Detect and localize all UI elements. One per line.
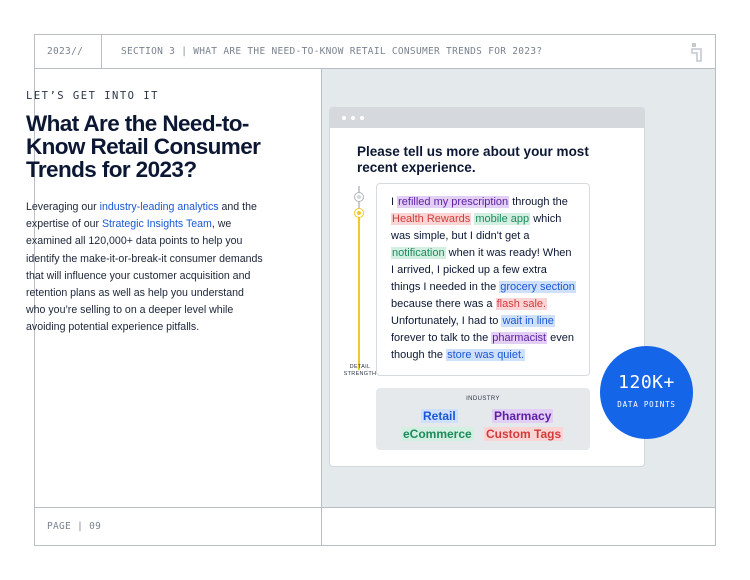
footer-bar: PAGE | 09 <box>35 507 715 545</box>
browser-chrome <box>330 108 644 128</box>
industry-analytics-link[interactable]: industry-leading analytics <box>100 201 219 213</box>
highlighted-phrase-blue: store was quiet. <box>446 349 526 361</box>
brand-logo-icon <box>691 43 702 62</box>
survey-browser-window: Please tell us more about your most rece… <box>330 108 644 466</box>
survey-response-text: I refilled my prescription through the H… <box>376 183 590 376</box>
survey-question: Please tell us more about your most rece… <box>357 144 589 175</box>
tag-pharmacy[interactable]: Pharmacy <box>492 409 554 423</box>
response-text: Unfortunately, I had to <box>391 315 502 327</box>
detail-slider-fill <box>358 213 360 370</box>
tag-retail[interactable]: Retail <box>421 409 458 423</box>
tag-ecommerce[interactable]: eCommerce <box>401 427 474 441</box>
highlighted-phrase-green: mobile app <box>474 213 531 225</box>
detail-slider-knob-active[interactable] <box>355 209 363 217</box>
highlighted-phrase-green: notification <box>391 247 446 259</box>
tag-custom-tags[interactable]: Custom Tags <box>484 427 564 441</box>
window-dot-icon <box>351 116 355 120</box>
badge-value: 120K+ <box>618 372 675 393</box>
strategic-insights-link[interactable]: Strategic Insights Team <box>102 218 212 230</box>
window-dot-icon <box>360 116 364 120</box>
section-kicker: LET’S GET INTO IT <box>26 90 159 102</box>
highlighted-phrase-purple: pharmacist <box>491 332 548 344</box>
response-text: because there was a <box>391 298 496 310</box>
industry-heading: INDUSTRY <box>466 396 500 402</box>
data-points-badge: 120K+ DATA POINTS <box>600 346 693 439</box>
header-year: 2023// <box>47 46 84 57</box>
highlighted-phrase-red: Health Rewards <box>391 213 472 225</box>
body-text: , we examined all 120,000+ data points t… <box>26 218 263 334</box>
page-number: PAGE | 09 <box>47 521 102 532</box>
industry-tags-box: INDUSTRY Retail Pharmacy eCommerce Custo… <box>376 388 590 450</box>
body-text: Leveraging our <box>26 201 100 213</box>
header-section-title: SECTION 3 | WHAT ARE THE NEED-TO-KNOW RE… <box>121 46 543 57</box>
header-divider <box>101 35 102 68</box>
intro-column: LET’S GET INTO IT What Are the Need-to-K… <box>26 90 266 337</box>
highlighted-phrase-blue: wait in line <box>501 315 555 327</box>
footer-divider <box>321 508 322 545</box>
highlighted-phrase-purple: refilled my prescription <box>397 196 510 208</box>
header-bar: 2023// SECTION 3 | WHAT ARE THE NEED-TO-… <box>35 35 715 69</box>
window-dot-icon <box>342 116 346 120</box>
page-title: What Are the Need-to-Know Retail Consume… <box>26 111 261 182</box>
detail-slider-knob[interactable] <box>355 193 363 201</box>
highlighted-phrase-blue: grocery section <box>499 281 576 293</box>
response-text: forever to talk to the <box>391 332 492 344</box>
badge-label: DATA POINTS <box>617 400 676 409</box>
response-text: through the <box>509 196 568 208</box>
highlighted-phrase-red: flash sale. <box>495 298 548 310</box>
intro-paragraph: Leveraging our industry-leading analytic… <box>26 199 266 337</box>
